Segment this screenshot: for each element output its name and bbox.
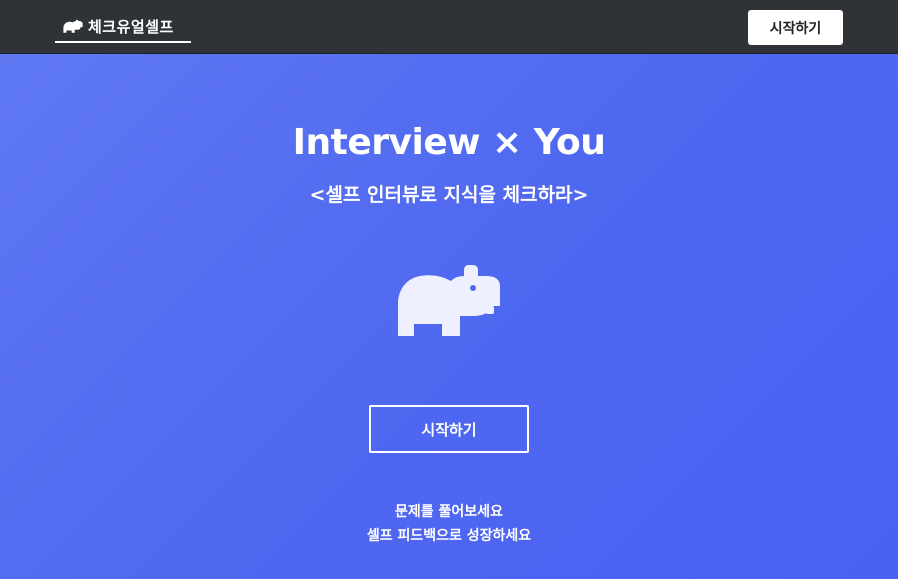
top-navbar: 체크유얼셀프 시작하기	[0, 0, 898, 54]
tagline-line-2: 셀프 피드백으로 성장하세요	[366, 528, 532, 544]
hero-start-button[interactable]: 시작하기	[369, 405, 529, 453]
nav-start-button[interactable]: 시작하기	[748, 10, 843, 45]
hero-tagline: 문제를 풀어보세요 셀프 피드백으로 성장하세요	[0, 500, 898, 548]
brand-link[interactable]: 체크유얼셀프	[55, 13, 191, 43]
hero-title: Interview × You	[292, 122, 606, 163]
hero-section: Interview × You <셀프 인터뷰로 지식을 체크하라> 시작하기 …	[0, 54, 898, 579]
hero-subtitle: <셀프 인터뷰로 지식을 체크하라>	[309, 184, 589, 206]
hippo-icon	[396, 264, 502, 338]
tagline-line-1: 문제를 풀어보세요	[395, 504, 503, 520]
hippo-icon	[63, 19, 83, 34]
brand-label: 체크유얼셀프	[88, 17, 174, 36]
